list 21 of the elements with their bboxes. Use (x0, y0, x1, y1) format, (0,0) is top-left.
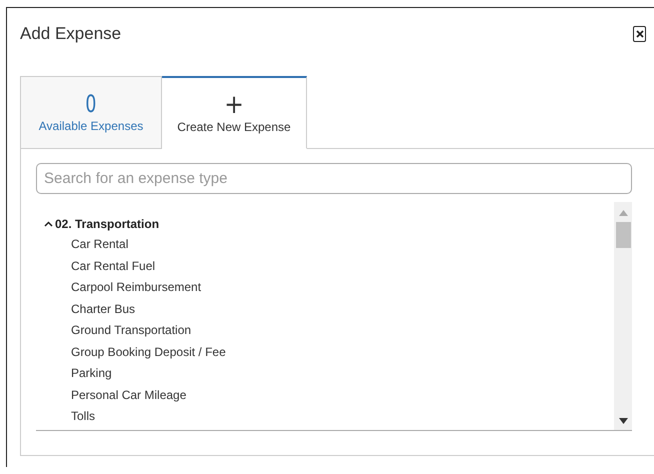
tab[interactable]: + Create New Expense (162, 76, 307, 149)
caret-icon (44, 220, 53, 226)
tab[interactable]: 0 Available Expenses (20, 76, 162, 149)
tree-item[interactable]: Parking (36, 363, 614, 384)
tree-item[interactable]: Tolls (36, 406, 614, 428)
tree-item[interactable]: Ground Transportation (36, 320, 614, 342)
tree-item[interactable]: Charter Bus (36, 298, 614, 320)
tree-group[interactable]: 02. Transportation (36, 213, 614, 234)
tree-item[interactable]: Car Rental (36, 234, 614, 256)
tree-item[interactable]: Car Rental Fuel (36, 256, 614, 277)
scrollbar[interactable] (614, 202, 632, 430)
scroll-up-icon[interactable] (618, 210, 628, 216)
tree-item[interactable]: Group Booking Deposit / Fee (36, 342, 614, 363)
dialog-title: Add Expense (20, 24, 122, 44)
tree-item[interactable]: Personal Car Mileage (36, 384, 614, 406)
scroll-down-icon[interactable] (618, 418, 628, 424)
search-field[interactable]: Search for an expense type (36, 163, 632, 194)
tree-item[interactable]: Carpool Reimbursement (36, 277, 614, 298)
close-icon (636, 30, 644, 38)
close-button[interactable] (633, 26, 646, 42)
scrollbar-thumb[interactable] (616, 222, 630, 248)
